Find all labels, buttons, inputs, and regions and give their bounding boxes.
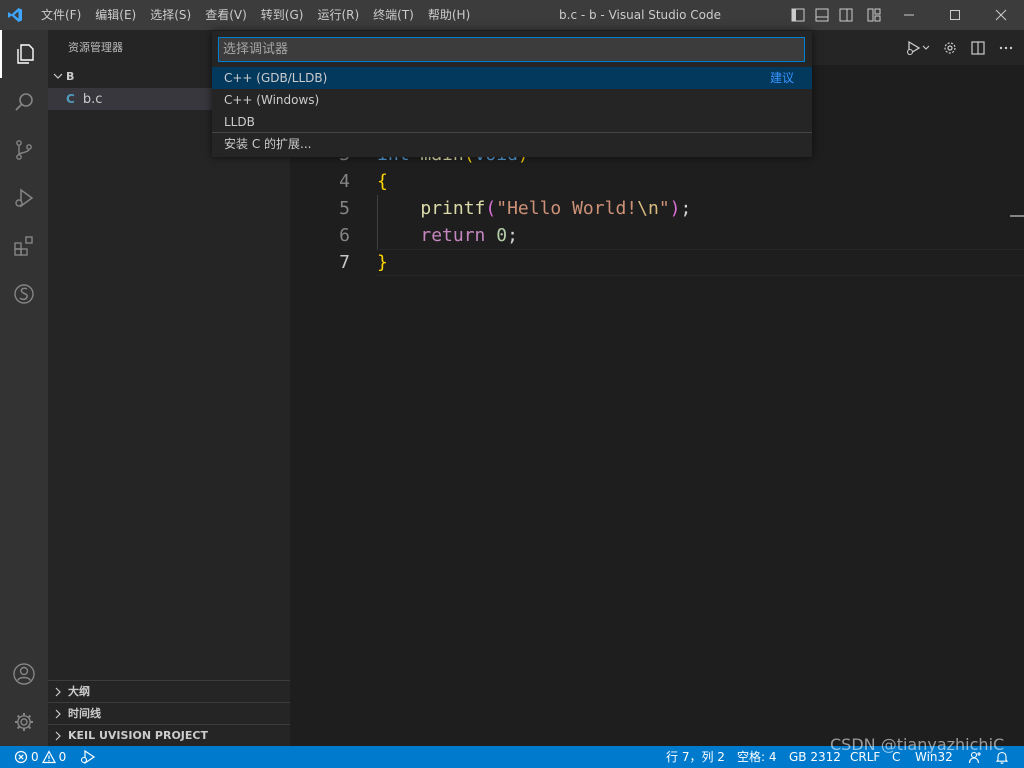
run-debug-icon[interactable] bbox=[906, 40, 930, 56]
menu-item[interactable]: 转到(G) bbox=[254, 0, 311, 30]
vscode-logo-icon bbox=[0, 0, 30, 30]
warning-count: 0 bbox=[58, 750, 67, 764]
line-number: 4 bbox=[339, 171, 350, 192]
line-number: 6 bbox=[339, 225, 350, 246]
code-token: printf bbox=[420, 198, 486, 219]
problems-status[interactable]: 0 0 bbox=[14, 746, 66, 768]
source-control-icon[interactable] bbox=[0, 126, 48, 174]
editor-actions bbox=[906, 30, 1014, 65]
debugger-option-windows[interactable]: C++ (Windows) bbox=[212, 89, 812, 111]
layout-controls bbox=[786, 0, 886, 30]
menu-item[interactable]: 终端(T) bbox=[366, 0, 421, 30]
error-icon bbox=[14, 750, 28, 764]
menu-item[interactable]: 文件(F) bbox=[34, 0, 88, 30]
outline-panel-header[interactable]: 大纲 bbox=[48, 680, 290, 702]
title-bar: 文件(F) 编辑(E) 选择(S) 查看(V) 转到(G) 运行(R) 终端(T) 帮助(H)… bbox=[0, 0, 1024, 30]
cursor-position[interactable]: 行 7，列 2 bbox=[666, 746, 725, 768]
folder-name: B bbox=[66, 70, 75, 83]
minimize-icon[interactable] bbox=[886, 0, 932, 30]
code-editor[interactable]: 3int main(void)4{5 printf("Hello World!\… bbox=[290, 65, 1024, 746]
code-token: ) bbox=[669, 198, 681, 219]
timeline-label: 时间线 bbox=[68, 707, 101, 720]
code-token: ( bbox=[485, 198, 497, 219]
keil-project-panel-header[interactable]: KEIL UVISION PROJECT bbox=[48, 724, 290, 746]
menu-item[interactable]: 编辑(E) bbox=[88, 0, 143, 30]
keil-extension-icon[interactable] bbox=[0, 270, 48, 318]
code-token: { bbox=[377, 171, 388, 192]
option-label: 安装 C 的扩展... bbox=[224, 137, 312, 151]
debugger-option-lldb[interactable]: LLDB bbox=[212, 111, 812, 133]
line-number: 7 bbox=[339, 252, 350, 273]
toggle-secondary-sidebar-icon[interactable] bbox=[834, 0, 858, 30]
gear-icon[interactable] bbox=[942, 40, 958, 56]
code-text: printf("Hello World!\n"); bbox=[377, 195, 691, 222]
code-token: } bbox=[377, 252, 388, 273]
toggle-primary-sidebar-icon[interactable] bbox=[786, 0, 810, 30]
extensions-icon[interactable] bbox=[0, 222, 48, 270]
window-controls bbox=[886, 0, 1024, 30]
activity-bar bbox=[0, 30, 48, 746]
window-title: b.c - b - Visual Studio Code bbox=[559, 8, 721, 22]
keil-project-label: KEIL UVISION PROJECT bbox=[68, 729, 208, 742]
code-text: return 0; bbox=[377, 222, 518, 249]
menu-item[interactable]: 帮助(H) bbox=[421, 0, 477, 30]
timeline-panel-header[interactable]: 时间线 bbox=[48, 702, 290, 724]
menu-item[interactable]: 查看(V) bbox=[198, 0, 254, 30]
debugger-option-gdb-lldb[interactable]: C++ (GDB/LLDB) 建议 bbox=[212, 67, 812, 89]
recommended-hint: 建议 bbox=[769, 71, 794, 85]
close-icon[interactable] bbox=[978, 0, 1024, 30]
c-file-icon: C bbox=[66, 92, 75, 106]
error-count: 0 bbox=[31, 750, 39, 764]
code-token: 0 bbox=[496, 225, 508, 246]
code-line[interactable]: 4{ bbox=[290, 168, 1024, 195]
maximize-icon[interactable] bbox=[932, 0, 978, 30]
menu-item[interactable]: 选择(S) bbox=[143, 0, 198, 30]
line-number: 5 bbox=[339, 198, 350, 219]
indentation-status[interactable]: 空格: 4 bbox=[737, 746, 777, 768]
option-label: LLDB bbox=[224, 115, 255, 129]
split-editor-icon[interactable] bbox=[970, 40, 986, 56]
code-line[interactable]: 5 printf("Hello World!\n"); bbox=[290, 195, 1024, 222]
search-icon[interactable] bbox=[0, 78, 48, 126]
more-actions-icon[interactable] bbox=[998, 40, 1014, 56]
toggle-panel-icon[interactable] bbox=[810, 0, 834, 30]
code-token: \n bbox=[637, 198, 659, 219]
debugger-search-input[interactable] bbox=[218, 37, 805, 62]
code-token: " bbox=[658, 198, 670, 219]
code-token: return bbox=[420, 225, 486, 246]
select-debugger-quickpick: C++ (GDB/LLDB) 建议 C++ (Windows) LLDB 安装 … bbox=[212, 31, 812, 157]
outline-label: 大纲 bbox=[68, 685, 90, 698]
warning-icon bbox=[41, 750, 56, 764]
option-label: C++ (Windows) bbox=[224, 93, 320, 107]
code-line[interactable]: 7} bbox=[290, 249, 1024, 276]
code-token: ; bbox=[507, 225, 518, 246]
run-and-debug-icon[interactable] bbox=[0, 174, 48, 222]
customize-layout-icon[interactable] bbox=[862, 0, 886, 30]
install-c-extension-option[interactable]: 安装 C 的扩展... bbox=[212, 133, 812, 155]
option-label: C++ (GDB/LLDB) bbox=[224, 71, 328, 85]
debug-launch-icon[interactable] bbox=[80, 746, 96, 768]
code-text: { bbox=[377, 168, 388, 195]
explorer-icon[interactable] bbox=[0, 30, 48, 78]
code-token: "Hello World! bbox=[496, 198, 638, 219]
accounts-icon[interactable] bbox=[0, 650, 48, 698]
file-name: b.c bbox=[82, 92, 103, 107]
menu-item[interactable]: 运行(R) bbox=[310, 0, 366, 30]
settings-gear-icon[interactable] bbox=[0, 698, 48, 746]
watermark: CSDN @tianyazhichiC bbox=[830, 735, 1005, 754]
code-line[interactable]: 6 return 0; bbox=[290, 222, 1024, 249]
code-token: ; bbox=[680, 198, 692, 219]
menu-bar: 文件(F) 编辑(E) 选择(S) 查看(V) 转到(G) 运行(R) 终端(T) 帮助(H) bbox=[34, 0, 477, 30]
code-text: } bbox=[377, 249, 388, 276]
